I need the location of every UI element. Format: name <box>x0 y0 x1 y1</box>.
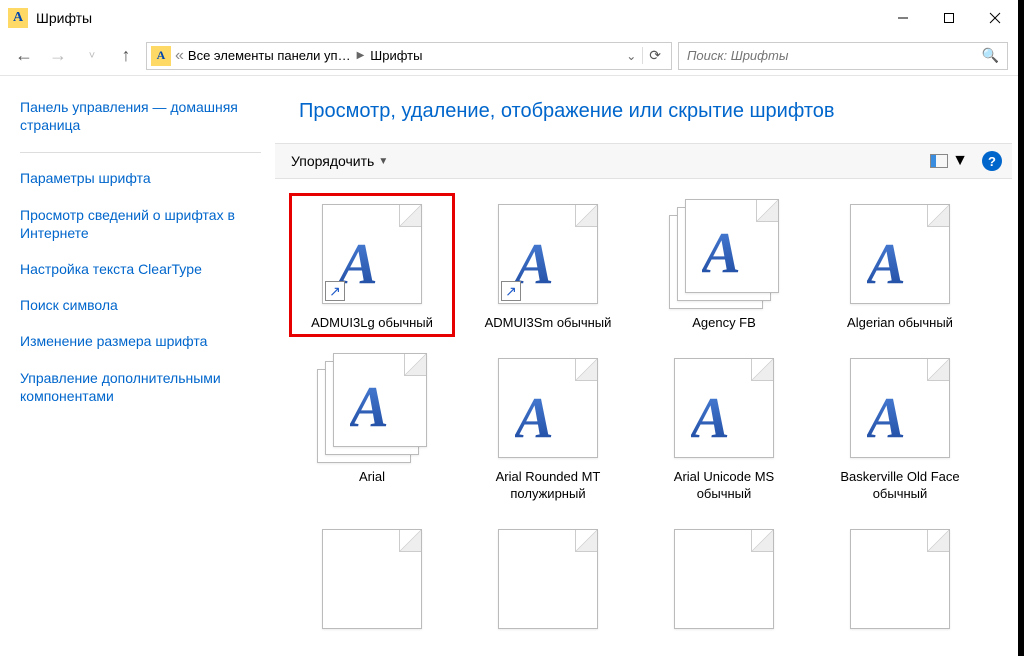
font-label: Arial Rounded MT полужирный <box>471 469 625 502</box>
organize-label: Упорядочить <box>291 153 374 169</box>
font-thumbnail: A <box>317 353 427 463</box>
font-item[interactable]: A Algerian обычный <box>817 193 983 337</box>
sidebar-link-0[interactable]: Параметры шрифта <box>20 169 261 187</box>
shortcut-icon: ↗ <box>501 281 521 301</box>
font-thumbnail: A <box>669 353 779 463</box>
minimize-button[interactable] <box>880 0 926 36</box>
maximize-button[interactable] <box>926 0 972 36</box>
font-item[interactable]: A Arial Unicode MS обычный <box>641 347 807 508</box>
font-item[interactable]: A Arial <box>289 347 455 508</box>
close-icon <box>989 12 1001 24</box>
titlebar: A Шрифты <box>0 0 1018 36</box>
chevron-left-icon: « <box>175 47 184 65</box>
sidebar-link-1[interactable]: Просмотр сведений о шрифтах в Интернете <box>20 206 261 242</box>
font-item[interactable]: A Baskerville Old Face обычный <box>817 347 983 508</box>
address-dropdown[interactable]: ⌄ <box>624 49 638 63</box>
view-button[interactable]: ▼ <box>930 152 968 170</box>
font-thumbnail: A <box>493 353 603 463</box>
font-label: Agency FB <box>692 315 756 331</box>
close-button[interactable] <box>972 0 1018 36</box>
font-item[interactable] <box>641 518 807 646</box>
recent-dropdown[interactable]: ˅ <box>78 42 106 70</box>
chevron-down-icon: ▼ <box>378 156 388 167</box>
up-button[interactable]: ↑ <box>112 42 140 70</box>
font-item[interactable] <box>817 518 983 646</box>
font-label: Baskerville Old Face обычный <box>823 469 977 502</box>
forward-button[interactable]: → <box>44 42 72 70</box>
sidebar: Панель управления — домашняя страница Па… <box>0 76 275 656</box>
font-thumbnail: A <box>669 199 779 309</box>
font-label: ADMUI3Sm обычный <box>485 315 612 331</box>
breadcrumb-seg1[interactable]: Все элементы панели уп… <box>188 48 351 63</box>
view-layout-icon <box>930 154 948 168</box>
font-thumbnail: A↗ <box>317 199 427 309</box>
help-button[interactable]: ? <box>982 151 1002 171</box>
sidebar-link-2[interactable]: Настройка текста ClearType <box>20 260 261 278</box>
content: Просмотр, удаление, отображение или скры… <box>275 76 1018 656</box>
font-grid: A↗ADMUI3Lg обычныйA↗ADMUI3Sm обычныйAAge… <box>275 179 1012 656</box>
font-thumbnail: A <box>845 199 955 309</box>
minimize-icon <box>897 12 909 24</box>
font-item[interactable]: A Arial Rounded MT полужирный <box>465 347 631 508</box>
search-input[interactable] <box>687 48 982 63</box>
back-button[interactable]: ← <box>10 42 38 70</box>
app-icon: A <box>8 8 28 28</box>
font-label: ADMUI3Lg обычный <box>311 315 433 331</box>
main: Панель управления — домашняя страница Па… <box>0 76 1018 656</box>
font-thumbnail: A↗ <box>493 199 603 309</box>
sidebar-link-5[interactable]: Управление дополнительными компонентами <box>20 369 261 405</box>
window-controls <box>880 0 1018 36</box>
address-box[interactable]: A « Все элементы панели уп… ▶ Шрифты ⌄ ⟳ <box>146 42 672 70</box>
folder-icon: A <box>151 46 171 66</box>
sidebar-link-4[interactable]: Изменение размера шрифта <box>20 332 261 350</box>
breadcrumb-seg2[interactable]: Шрифты <box>370 48 422 63</box>
search-box[interactable]: 🔍 <box>678 42 1008 70</box>
sidebar-link-3[interactable]: Поиск символа <box>20 296 261 314</box>
toolbar: Упорядочить ▼ ▼ ? <box>275 143 1012 179</box>
page-title: Просмотр, удаление, отображение или скры… <box>275 76 1012 143</box>
font-label: Arial Unicode MS обычный <box>647 469 801 502</box>
sidebar-home-link[interactable]: Панель управления — домашняя страница <box>20 98 261 134</box>
chevron-right-icon[interactable]: ▶ <box>355 50 367 61</box>
divider <box>20 152 261 153</box>
font-item[interactable] <box>289 518 455 646</box>
font-item[interactable] <box>465 518 631 646</box>
refresh-button[interactable]: ⟳ <box>642 47 667 64</box>
font-thumbnail: A <box>845 353 955 463</box>
maximize-icon <box>943 12 955 24</box>
font-item[interactable]: A Agency FB <box>641 193 807 337</box>
window-title: Шрифты <box>36 10 880 26</box>
chevron-down-icon: ▼ <box>952 152 968 170</box>
search-icon[interactable]: 🔍 <box>982 47 999 64</box>
organize-button[interactable]: Упорядочить ▼ <box>285 149 394 173</box>
shortcut-icon: ↗ <box>325 281 345 301</box>
font-label: Arial <box>359 469 385 485</box>
font-item[interactable]: A↗ ADMUI3Sm обычный <box>465 193 631 337</box>
address-bar: ← → ˅ ↑ A « Все элементы панели уп… ▶ Шр… <box>0 36 1018 76</box>
font-item[interactable]: A↗ ADMUI3Lg обычный <box>289 193 455 337</box>
font-label: Algerian обычный <box>847 315 953 331</box>
